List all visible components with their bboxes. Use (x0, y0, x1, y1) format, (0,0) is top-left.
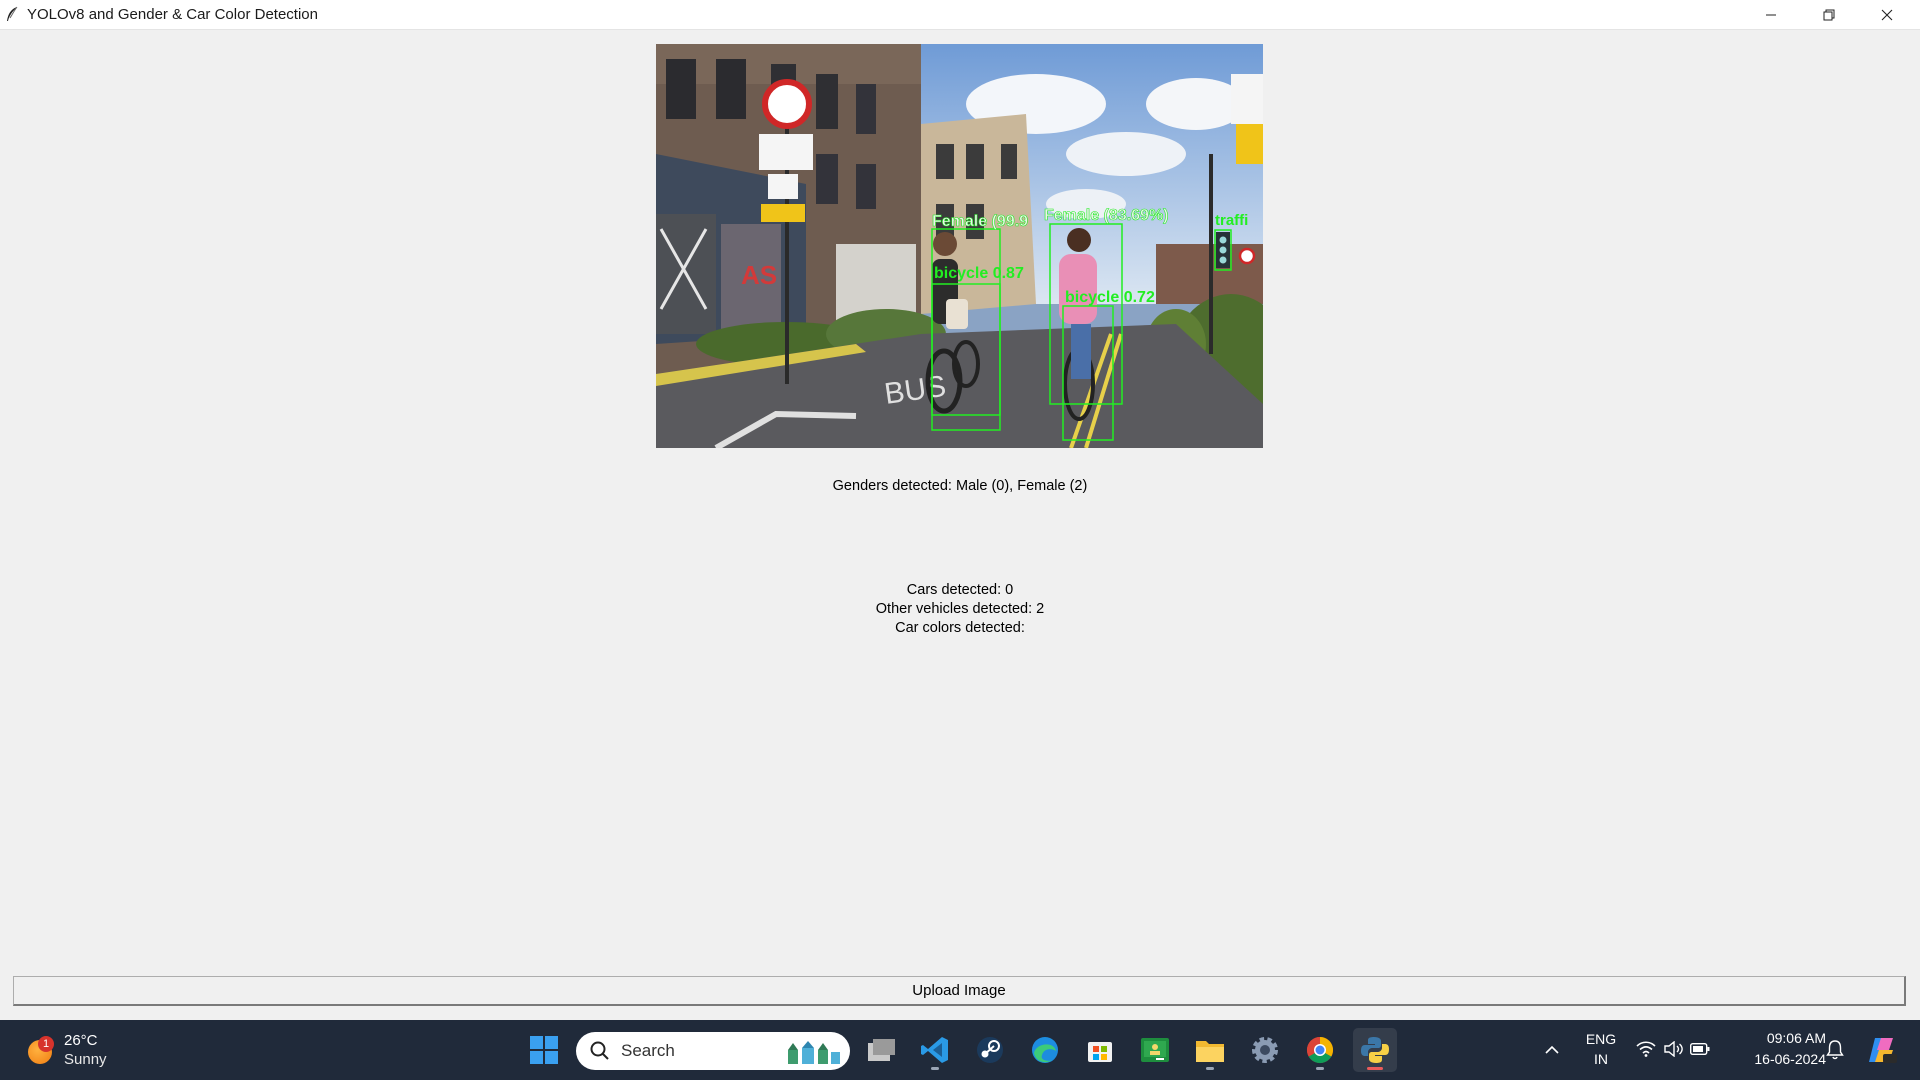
notifications-button[interactable] (1814, 1028, 1856, 1072)
minimize-button[interactable] (1742, 0, 1800, 29)
weather-condition: Sunny (64, 1051, 107, 1068)
car-colors-text: Car colors detected: (895, 620, 1025, 636)
running-indicator (1316, 1067, 1324, 1070)
store-icon (1088, 1042, 1112, 1062)
file-explorer-button[interactable] (1188, 1028, 1232, 1072)
close-button[interactable] (1858, 0, 1916, 29)
taskbar: 1 26°C Sunny Search ENG IN 09:06 AM 16-0… (0, 1020, 1920, 1080)
clock-button[interactable]: 09:06 AM 16-06-2024 (1726, 1020, 1826, 1080)
taskbar-search[interactable]: Search (576, 1032, 850, 1070)
python-icon (1361, 1037, 1389, 1063)
battery-icon (1690, 1043, 1710, 1055)
settings-button[interactable] (1243, 1028, 1287, 1072)
other-vehicles-text: Other vehicles detected: 2 (875, 601, 1045, 617)
edge-button[interactable] (1023, 1028, 1067, 1072)
quick-settings-button[interactable] (1630, 1020, 1710, 1080)
store-button[interactable] (1078, 1028, 1122, 1072)
detection-label: bicycle 0.87 (934, 265, 1024, 282)
active-indicator (1367, 1067, 1383, 1070)
folder-icon (1196, 1041, 1224, 1062)
search-icon (590, 1041, 609, 1060)
weather-widget[interactable]: 1 26°C Sunny (24, 1030, 144, 1072)
classroom-icon (1141, 1038, 1169, 1062)
chevron-up-icon (1545, 1045, 1559, 1054)
gender-results: Genders detected: Male (0), Female (2) (0, 477, 1920, 496)
start-button[interactable] (522, 1028, 566, 1072)
detection-label: bicycle 0.72 (1065, 289, 1155, 306)
restore-button[interactable] (1800, 0, 1858, 29)
edge-icon (1032, 1037, 1058, 1063)
copilot-icon (1869, 1038, 1897, 1063)
feather-app-icon (7, 6, 18, 21)
running-indicator (931, 1067, 939, 1070)
classroom-button[interactable] (1133, 1028, 1177, 1072)
wifi-icon (1636, 1041, 1656, 1057)
windows-logo-icon (530, 1036, 558, 1064)
vscode-button[interactable] (913, 1028, 957, 1072)
detection-label: traffi (1215, 212, 1248, 229)
show-hidden-icons-button[interactable] (1531, 1028, 1573, 1072)
detection-result-image: AS BUS Female (99.9 Female (83.69%) traf… (656, 44, 1263, 448)
vehicle-results: Cars detected: 0 Other vehicles detected… (0, 581, 1920, 638)
chrome-button[interactable] (1298, 1028, 1342, 1072)
bell-icon (1826, 1040, 1844, 1060)
language-code: ENG (1585, 1031, 1617, 1047)
cars-detected-text: Cars detected: 0 (906, 582, 1014, 598)
region-code: IN (1594, 1051, 1608, 1067)
copilot-button[interactable] (1860, 1028, 1904, 1072)
vscode-icon (921, 1037, 948, 1063)
weather-temperature: 26°C (64, 1032, 98, 1049)
minimize-icon (1766, 14, 1776, 15)
chrome-icon (1306, 1036, 1334, 1064)
restore-icon (1823, 9, 1835, 20)
detection-label: Female (99.9 (932, 213, 1028, 230)
task-view-button[interactable] (859, 1028, 903, 1072)
python-app-button[interactable] (1353, 1028, 1397, 1072)
notification-badge: 1 (38, 1036, 54, 1052)
gear-icon (1252, 1037, 1278, 1063)
app-content: AS BUS Female (99.9 Female (83.69%) traf… (0, 30, 1920, 1020)
steam-icon (977, 1037, 1003, 1063)
running-indicator (1206, 1067, 1214, 1070)
upload-image-button[interactable]: Upload Image (13, 976, 1906, 1006)
genders-detected-text: Genders detected: Male (0), Female (2) (832, 478, 1088, 494)
search-highlight-icon (788, 1041, 840, 1064)
steam-button[interactable] (968, 1028, 1012, 1072)
task-view-icon (868, 1039, 895, 1061)
close-icon (1881, 9, 1893, 20)
svg-text:AS: AS (741, 260, 777, 290)
search-placeholder: Search (621, 1041, 675, 1060)
window-titlebar: YOLOv8 and Gender & Car Color Detection (0, 0, 1920, 30)
language-indicator[interactable]: ENG IN (1576, 1020, 1626, 1080)
volume-icon (1664, 1041, 1683, 1057)
window-title: YOLOv8 and Gender & Car Color Detection (27, 6, 318, 23)
detection-label: Female (83.69%) (1044, 207, 1169, 224)
